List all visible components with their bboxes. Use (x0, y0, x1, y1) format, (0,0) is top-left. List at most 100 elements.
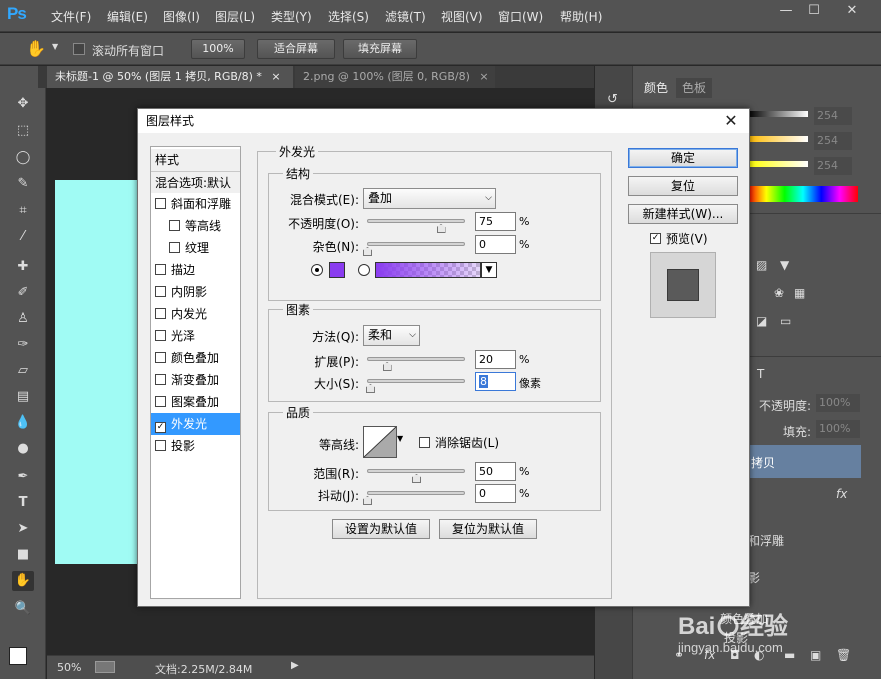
lasso-tool-icon[interactable]: ◯ (12, 148, 34, 168)
menu-layer[interactable]: 图层(L) (215, 8, 255, 25)
style-item[interactable]: 等高线 (151, 215, 240, 237)
play-icon[interactable]: ▶ (291, 660, 299, 671)
style-item[interactable]: 纹理 (151, 237, 240, 259)
spread-slider[interactable] (367, 357, 465, 361)
add-style-icon[interactable]: fx (704, 648, 715, 662)
type-tool-icon[interactable]: T (12, 493, 34, 513)
style-checkbox[interactable] (169, 242, 180, 253)
blur-tool-icon[interactable]: 💧 (12, 413, 34, 433)
hand-tool-icon[interactable]: ✋ (26, 39, 46, 58)
menu-image[interactable]: 图像(I) (163, 8, 200, 25)
red-value[interactable]: 254 (814, 107, 852, 125)
gradient-radio[interactable] (358, 264, 370, 276)
blend-options-item[interactable]: 混合选项:默认 (151, 171, 240, 193)
style-item[interactable]: 颜色叠加 (151, 347, 240, 369)
range-slider[interactable] (367, 469, 465, 473)
eyedropper-tool-icon[interactable]: ⁄ (12, 227, 34, 247)
style-checkbox[interactable] (155, 286, 166, 297)
tab-swatches[interactable]: 色板 (676, 78, 713, 98)
gradient-tool-icon[interactable]: ▤ (12, 387, 34, 407)
spread-slider-thumb[interactable] (382, 362, 392, 371)
layer-row-selected[interactable]: 拷贝 (748, 445, 861, 478)
gradient-swatch[interactable] (375, 262, 481, 278)
folder-icon[interactable]: ▬ (784, 648, 795, 662)
mask-icon[interactable]: ◘ (730, 648, 740, 662)
style-item[interactable]: 内阴影 (151, 281, 240, 303)
jitter-input[interactable]: 0 (475, 484, 516, 503)
style-item[interactable]: 渐变叠加 (151, 369, 240, 391)
technique-select[interactable]: 柔和 ⌵ (363, 325, 420, 346)
menu-help[interactable]: 帮助(H) (560, 8, 602, 25)
threshold-icon[interactable]: ▭ (780, 314, 791, 328)
style-checkbox[interactable] (155, 374, 166, 385)
marquee-tool-icon[interactable]: ⬚ (12, 121, 34, 141)
stamp-tool-icon[interactable]: ♙ (12, 309, 34, 329)
menu-type[interactable]: 类型(Y) (271, 8, 312, 25)
zoom-tool-icon[interactable]: 🔍 (12, 599, 34, 619)
shape-tool-icon[interactable]: ■ (12, 545, 34, 565)
blue-slider[interactable] (748, 161, 808, 167)
restore-button[interactable]: ☐ (800, 1, 828, 21)
noise-slider-thumb[interactable] (363, 247, 372, 256)
move-tool-icon[interactable]: ✥ (12, 94, 34, 114)
range-input[interactable]: 50 (475, 462, 516, 481)
style-item[interactable]: 斜面和浮雕 (151, 193, 240, 215)
chevron-down-icon[interactable]: ▼ (397, 434, 403, 443)
close-icon[interactable]: × (271, 70, 280, 83)
fill-screen-button[interactable]: 填充屏幕 (343, 39, 417, 59)
style-item[interactable]: ✓ 外发光 (151, 413, 240, 435)
history-brush-icon[interactable]: ✑ (12, 335, 34, 355)
chevron-down-icon[interactable]: ▼ (52, 42, 58, 51)
pen-tool-icon[interactable]: ✒ (12, 467, 34, 487)
adjust-icon[interactable]: ◐ (754, 648, 764, 662)
style-item[interactable]: 描边 (151, 259, 240, 281)
link-icon[interactable]: ⚭ (674, 648, 684, 662)
size-slider-thumb[interactable] (365, 384, 375, 393)
size-input[interactable]: 8 (475, 372, 516, 391)
opacity-slider[interactable] (367, 219, 465, 223)
size-slider[interactable] (367, 379, 465, 383)
contour-picker[interactable] (363, 426, 397, 458)
levels-icon[interactable]: ▨ (756, 258, 767, 272)
brush-tool-icon[interactable]: ✐ (12, 283, 34, 303)
style-checkbox[interactable] (155, 264, 166, 275)
invert-icon[interactable]: ◪ (756, 314, 767, 328)
style-item[interactable]: 光泽 (151, 325, 240, 347)
menu-select[interactable]: 选择(S) (328, 8, 369, 25)
crop-tool-icon[interactable]: ⌗ (12, 201, 34, 221)
style-checkbox[interactable] (155, 396, 166, 407)
color-ramp[interactable] (748, 186, 858, 202)
lookup-icon[interactable]: ▦ (794, 286, 805, 300)
mixer-icon[interactable]: ❀ (774, 286, 784, 300)
range-slider-thumb[interactable] (412, 474, 421, 483)
red-slider[interactable] (748, 111, 808, 117)
style-checkbox[interactable] (155, 198, 166, 209)
preview-checkbox[interactable]: ✓ (650, 233, 661, 244)
jitter-slider[interactable] (367, 491, 465, 495)
dodge-tool-icon[interactable]: ● (12, 439, 34, 459)
ok-button[interactable]: 确定 (628, 148, 738, 168)
chevron-down-icon[interactable]: ▼ (481, 262, 497, 278)
glow-color-swatch[interactable] (329, 262, 345, 278)
opacity-input[interactable]: 75 (475, 212, 516, 231)
antialias-checkbox[interactable] (419, 437, 430, 448)
reset-default-button[interactable]: 复位为默认值 (439, 519, 537, 539)
quick-select-tool-icon[interactable]: ✎ (12, 174, 34, 194)
reset-button[interactable]: 复位 (628, 176, 738, 196)
make-default-button[interactable]: 设置为默认值 (332, 519, 430, 539)
path-select-icon[interactable]: ➤ (12, 519, 34, 539)
style-checkbox[interactable] (155, 330, 166, 341)
tab-document-1[interactable]: 未标题-1 @ 50% (图层 1 拷贝, RGB/8) * × (47, 66, 293, 88)
blend-mode-select[interactable]: 叠加 ⌵ (363, 188, 496, 209)
opacity-value[interactable]: 100% (816, 394, 860, 412)
menu-view[interactable]: 视图(V) (441, 8, 483, 25)
new-style-button[interactable]: 新建样式(W)... (628, 204, 738, 224)
new-layer-icon[interactable]: ▣ (810, 648, 821, 662)
green-slider[interactable] (748, 136, 808, 142)
tab-color[interactable]: 颜色 (638, 78, 675, 98)
menu-edit[interactable]: 编辑(E) (107, 8, 148, 25)
scroll-all-checkbox[interactable] (73, 43, 85, 55)
close-icon[interactable]: × (479, 70, 488, 83)
close-window-button[interactable]: ✕ (838, 1, 866, 21)
style-checkbox[interactable] (169, 220, 180, 231)
